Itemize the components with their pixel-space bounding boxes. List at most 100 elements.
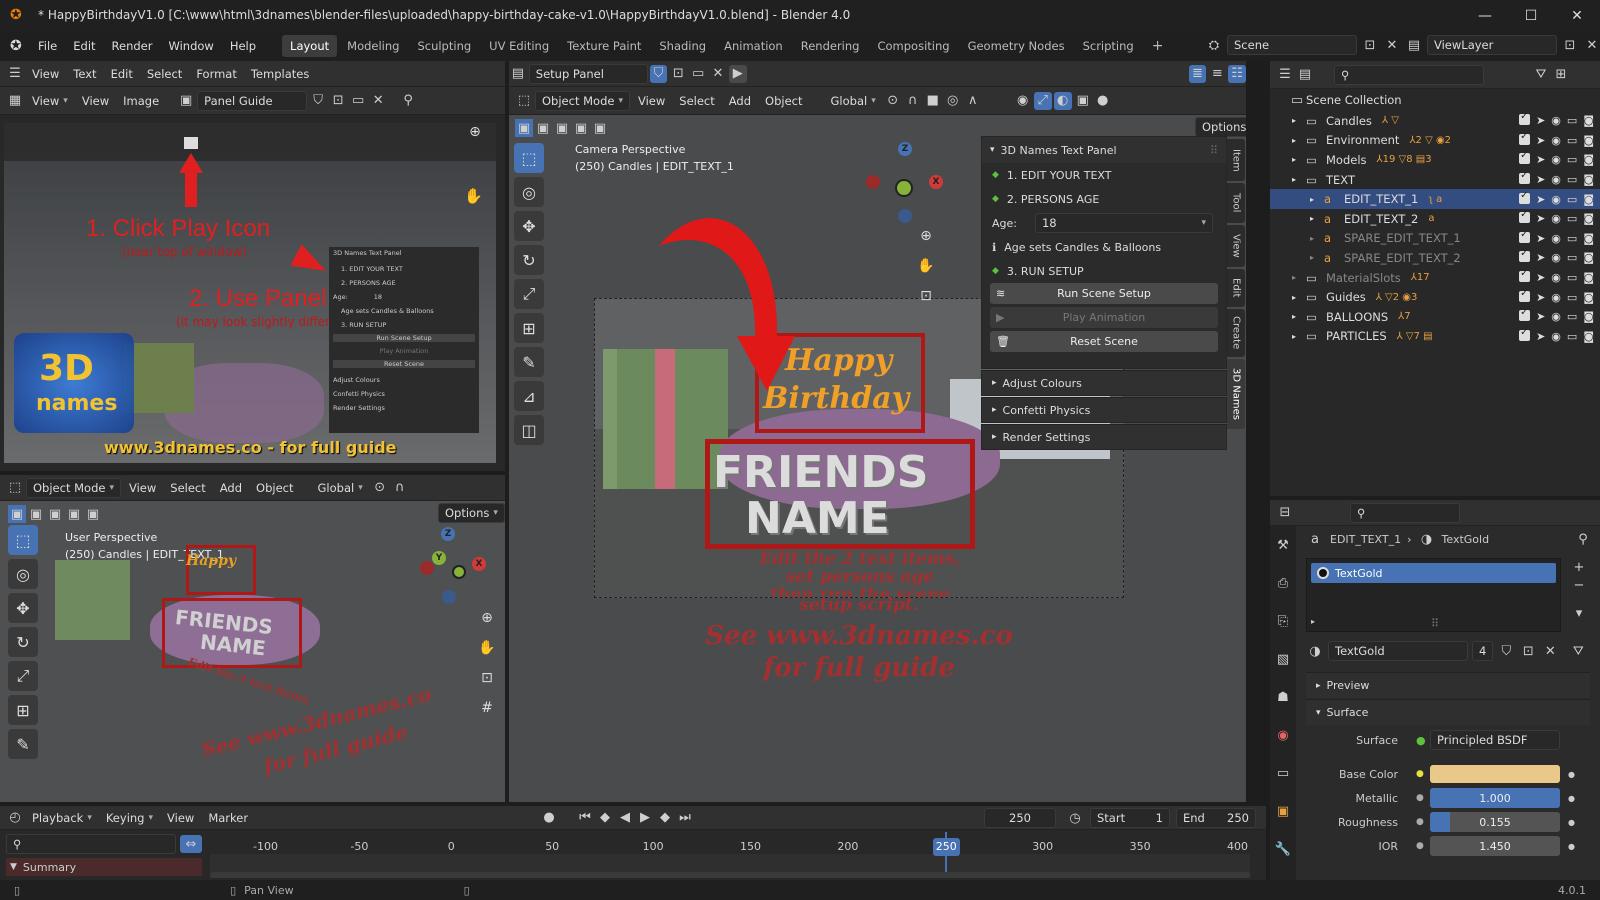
menu-edit[interactable]: Edit [65,39,103,53]
outliner-row[interactable]: ▸a SPARE_EDIT_TEXT_2 ➤ ◉ ▭ ◙ [1270,248,1600,268]
filter-icon[interactable]: ⛛ [1532,66,1550,84]
outliner-row-toggles[interactable]: ➤ ◉ ▭ ◙ [1519,190,1594,206]
small-menu-object[interactable]: Object [250,478,299,498]
main-options-dropdown[interactable]: Options [1195,117,1246,137]
eye-icon[interactable]: ◉ [1551,212,1561,225]
outliner-row[interactable]: ▸▭MaterialSlots⅄17➤◉▭◙ [1270,268,1600,288]
main-measure-tool-icon[interactable]: ⊿ [514,381,544,411]
expand-icon[interactable]: ▸ [1292,175,1306,184]
word-wrap-toggle-icon[interactable]: ≡ [1208,65,1226,83]
small-zoom-icon[interactable]: ⊕ [474,605,500,631]
world-tab-icon[interactable]: ◉ [1274,726,1292,744]
main-snap-target-icon[interactable]: ■ [924,92,942,110]
eye-icon[interactable]: ◉ [1551,291,1561,304]
main-menu-add[interactable]: Add [723,91,757,111]
fake-user-icon[interactable]: ⛉ [309,92,327,110]
scene-collection-row[interactable]: ▭ Scene Collection [1270,89,1600,111]
object-tab-icon[interactable]: ▣ [1274,802,1292,820]
eye-icon[interactable]: ◉ [1551,251,1561,264]
panel-collapse-icon[interactable]: ▾ [990,145,995,155]
monitor-icon[interactable]: ▭ [1567,153,1577,166]
select-arrow-icon[interactable]: ➤ [1536,291,1545,304]
main-falloff-icon[interactable]: ∧ [964,92,982,110]
small-transform-tool-icon[interactable]: ⊞ [8,695,38,725]
select-mode-extend-icon[interactable]: ▣ [27,505,45,523]
surface-subpanel[interactable]: ▾ Surface [1306,699,1590,725]
menu-render[interactable]: Render [104,39,161,53]
summary-channel[interactable]: ▼ Summary [6,858,202,876]
scene-selector[interactable]: ⛭ Scene ⊡ ✕ [1205,35,1401,55]
small-gizmo-neg-y[interactable] [452,565,466,579]
small-pan-icon[interactable]: ✋ [474,635,500,661]
menu-marker[interactable]: Marker [202,808,254,828]
outliner-row-toggles[interactable]: ➤ ◉ ▭ ◙ [1519,229,1594,245]
camera-icon[interactable]: ◙ [1583,212,1594,225]
main-proportional-icon[interactable]: ◎ [944,92,962,110]
editor-type-icon[interactable]: ☰ [6,65,24,83]
next-keyframe-icon[interactable]: ◆ [656,808,674,826]
monitor-icon[interactable]: ▭ [1567,212,1577,225]
camera-icon[interactable]: ◙ [1583,330,1594,343]
select-arrow-icon[interactable]: ➤ [1536,271,1545,284]
syntax-toggle-icon[interactable]: ☷ [1228,64,1246,83]
outliner-row[interactable]: ▸▭Guides⅄ ▽2 ◉3➤◉▭◙ [1270,287,1600,307]
small-menu-select[interactable]: Select [164,478,211,498]
expand-icon[interactable]: ▸ [1292,332,1306,341]
material-unlink-icon[interactable]: ✕ [1541,642,1559,660]
select-arrow-icon[interactable]: ➤ [1536,232,1545,245]
modifier-tab-icon[interactable]: 🔧 [1274,840,1292,858]
select-arrow-icon[interactable]: ➤ [1536,310,1545,323]
main-zoom-icon[interactable]: ⊕ [913,223,939,249]
small-annotate-tool-icon[interactable]: ✎ [8,729,38,759]
outliner-row-toggles[interactable]: ➤ ◉ ▭ ◙ [1519,150,1594,166]
expand-icon[interactable]: ▸ [1292,293,1306,302]
timeline-type-icon[interactable]: ◴ [6,809,24,827]
tab-layout[interactable]: Layout [282,35,338,57]
outliner-row[interactable]: ▸▭Models⅄19 ▽8 ▤3➤◉▭◙ [1270,150,1600,170]
pin-icon[interactable]: ⚲ [399,92,417,110]
small-camera-icon[interactable]: ⊡ [474,665,500,691]
run-script-button[interactable]: ▶ [728,64,747,83]
blender-menu-icon[interactable]: ✪ [10,38,30,54]
properties-type-icon[interactable]: ⊟ [1276,504,1294,522]
small-scale-tool-icon[interactable]: ⤢ [8,661,38,691]
tab-modeling[interactable]: Modeling [339,35,407,57]
main-camera-view-icon[interactable]: ⊡ [913,283,939,309]
tab-compositing[interactable]: Compositing [869,35,957,57]
prev-keyframe-icon[interactable]: ◆ [596,808,614,826]
small-snap-icon[interactable]: ∩ [391,479,409,497]
outliner-row-toggles[interactable]: ➤ ◉ ▭ ◙ [1519,248,1594,264]
main-editor-type-icon[interactable]: ⬚ [515,92,533,110]
main-transform-tool-icon[interactable]: ⊞ [514,313,544,343]
main-gizmo-x[interactable]: X [929,175,943,189]
menu-file[interactable]: File [30,39,65,53]
image-view-mode[interactable]: View [26,91,74,111]
main-select-tool-icon[interactable]: ⬚ [514,143,544,173]
eye-icon[interactable]: ◉ [1551,271,1561,284]
properties-pin-icon[interactable]: ⚲ [1574,530,1592,548]
monitor-icon[interactable]: ▭ [1567,291,1577,304]
main-add-cube-tool-icon[interactable]: ◫ [514,415,544,445]
main-annotate-tool-icon[interactable]: ✎ [514,347,544,377]
keyframe-dot-icon[interactable]: ● [1568,794,1575,803]
outliner-row-toggles[interactable]: ➤ ◉ ▭ ◙ [1519,209,1594,225]
user-perspective-viewport[interactable]: ⬚ Object Mode View Select Add Object Glo… [0,475,505,802]
camera-icon[interactable]: ◙ [1583,291,1594,304]
camera-icon[interactable]: ◙ [1583,310,1594,323]
open-text-icon[interactable]: ▭ [689,65,707,83]
eye-icon[interactable]: ◉ [1551,134,1561,147]
unlink-text-icon[interactable]: ✕ [709,65,727,83]
main-menu-select[interactable]: Select [673,91,720,111]
outliner-type-icon[interactable]: ☰ [1276,66,1294,84]
stopwatch-icon[interactable]: ◷ [1066,809,1084,827]
select-arrow-icon[interactable]: ➤ [1536,153,1545,166]
add-workspace-button[interactable]: + [1144,34,1172,58]
menu-timeline-view[interactable]: View [161,808,200,828]
close-scene-icon[interactable]: ✕ [1383,36,1401,54]
camera-icon[interactable]: ◙ [1583,232,1594,245]
monitor-icon[interactable]: ▭ [1567,193,1577,206]
small-menu-view[interactable]: View [123,478,162,498]
select-mode-intersect-icon[interactable]: ▣ [84,505,102,523]
camera-icon[interactable]: ◙ [1583,251,1594,264]
tab-texture-paint[interactable]: Texture Paint [559,35,649,57]
